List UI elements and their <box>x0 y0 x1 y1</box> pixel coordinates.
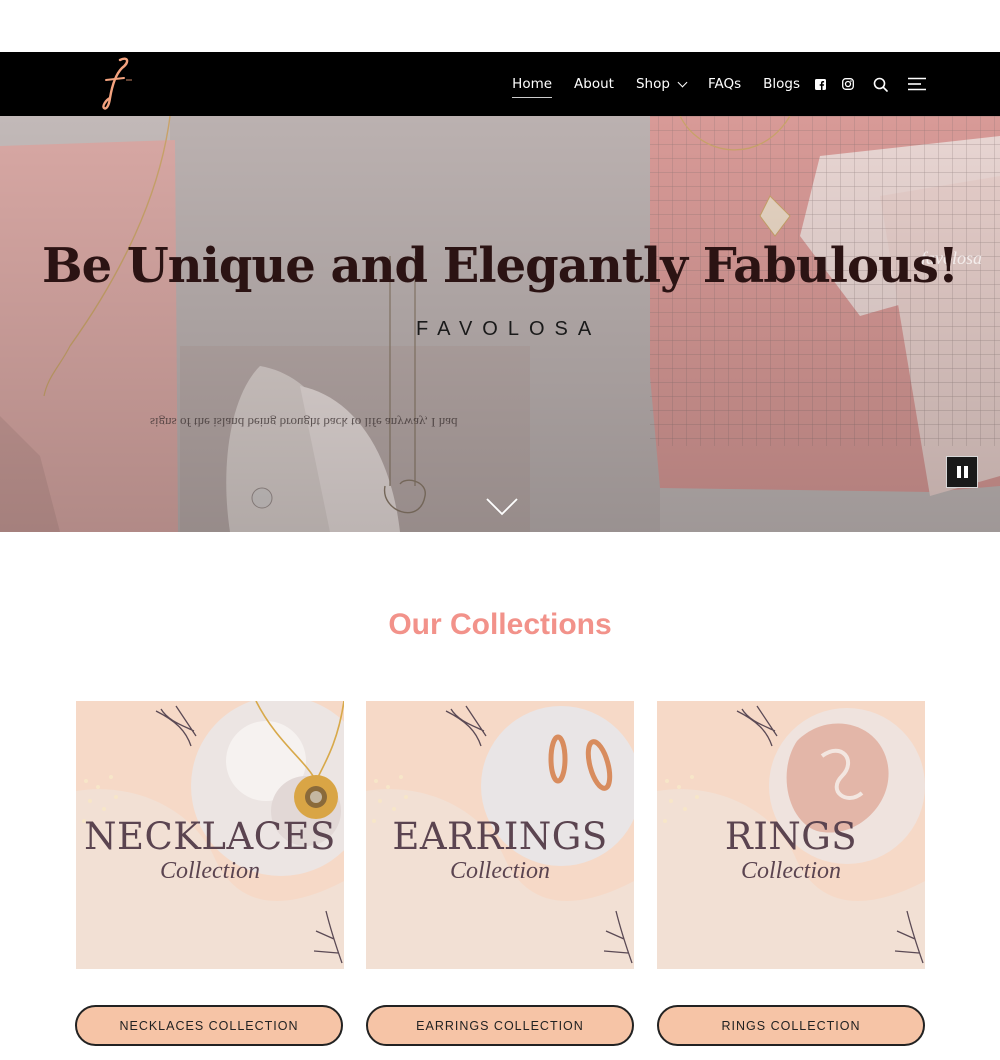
rings-collection-button[interactable]: RINGS COLLECTION <box>657 1005 925 1046</box>
nav-faqs[interactable]: FAQs <box>708 70 741 98</box>
instagram-icon[interactable] <box>840 76 856 92</box>
favolosa-logo[interactable] <box>98 54 138 114</box>
pause-bar <box>956 466 961 478</box>
collections-heading: Our Collections <box>388 608 612 641</box>
hero-subtitle: FAVOLOSA <box>416 318 602 340</box>
hero-title: Be Unique and Elegantly Fabulous! <box>42 238 959 294</box>
nav-shop-label: Shop <box>635 76 670 92</box>
nav-home[interactable]: Home <box>512 70 552 98</box>
search-icon[interactable] <box>872 76 888 92</box>
nav-home-label: Home <box>512 76 553 92</box>
site-header: Home About Shop FAQs Blogs <box>0 52 1000 116</box>
chevron-down-icon[interactable] <box>485 496 519 518</box>
pause-icon[interactable] <box>946 456 978 488</box>
nav-about-label: About <box>574 76 614 92</box>
main-nav: Home About Shop FAQs Blogs <box>512 52 800 116</box>
chevron-down-icon <box>677 77 688 87</box>
earrings-collection-button[interactable]: EARRINGS COLLECTION <box>366 1005 634 1046</box>
collection-card-earrings[interactable]: EARRINGS Collection <box>366 701 634 969</box>
card-title: EARRINGS <box>392 815 608 858</box>
nav-about[interactable]: About <box>574 70 614 98</box>
header-icons <box>812 52 926 116</box>
card-title: RINGS <box>724 815 858 858</box>
collection-card-rings[interactable]: RINGS Collection <box>657 701 925 969</box>
facebook-icon[interactable] <box>812 76 828 92</box>
nav-shop[interactable]: Shop <box>635 70 688 98</box>
collection-card-necklaces[interactable]: NECKLACES Collection <box>76 701 344 969</box>
nav-blogs-label: Blogs <box>763 76 800 92</box>
hero-background-text: signs of the island being brought back t… <box>150 415 458 430</box>
card-script: Collection <box>450 858 550 884</box>
card-script: Collection <box>160 858 260 884</box>
pause-bar <box>963 466 968 478</box>
card-script: Collection <box>741 858 841 884</box>
menu-icon[interactable] <box>908 76 926 92</box>
necklaces-collection-button[interactable]: NECKLACES COLLECTION <box>75 1005 343 1046</box>
card-title: NECKLACES <box>84 815 336 858</box>
nav-blogs[interactable]: Blogs <box>763 70 800 98</box>
nav-faqs-label: FAQs <box>707 76 742 92</box>
